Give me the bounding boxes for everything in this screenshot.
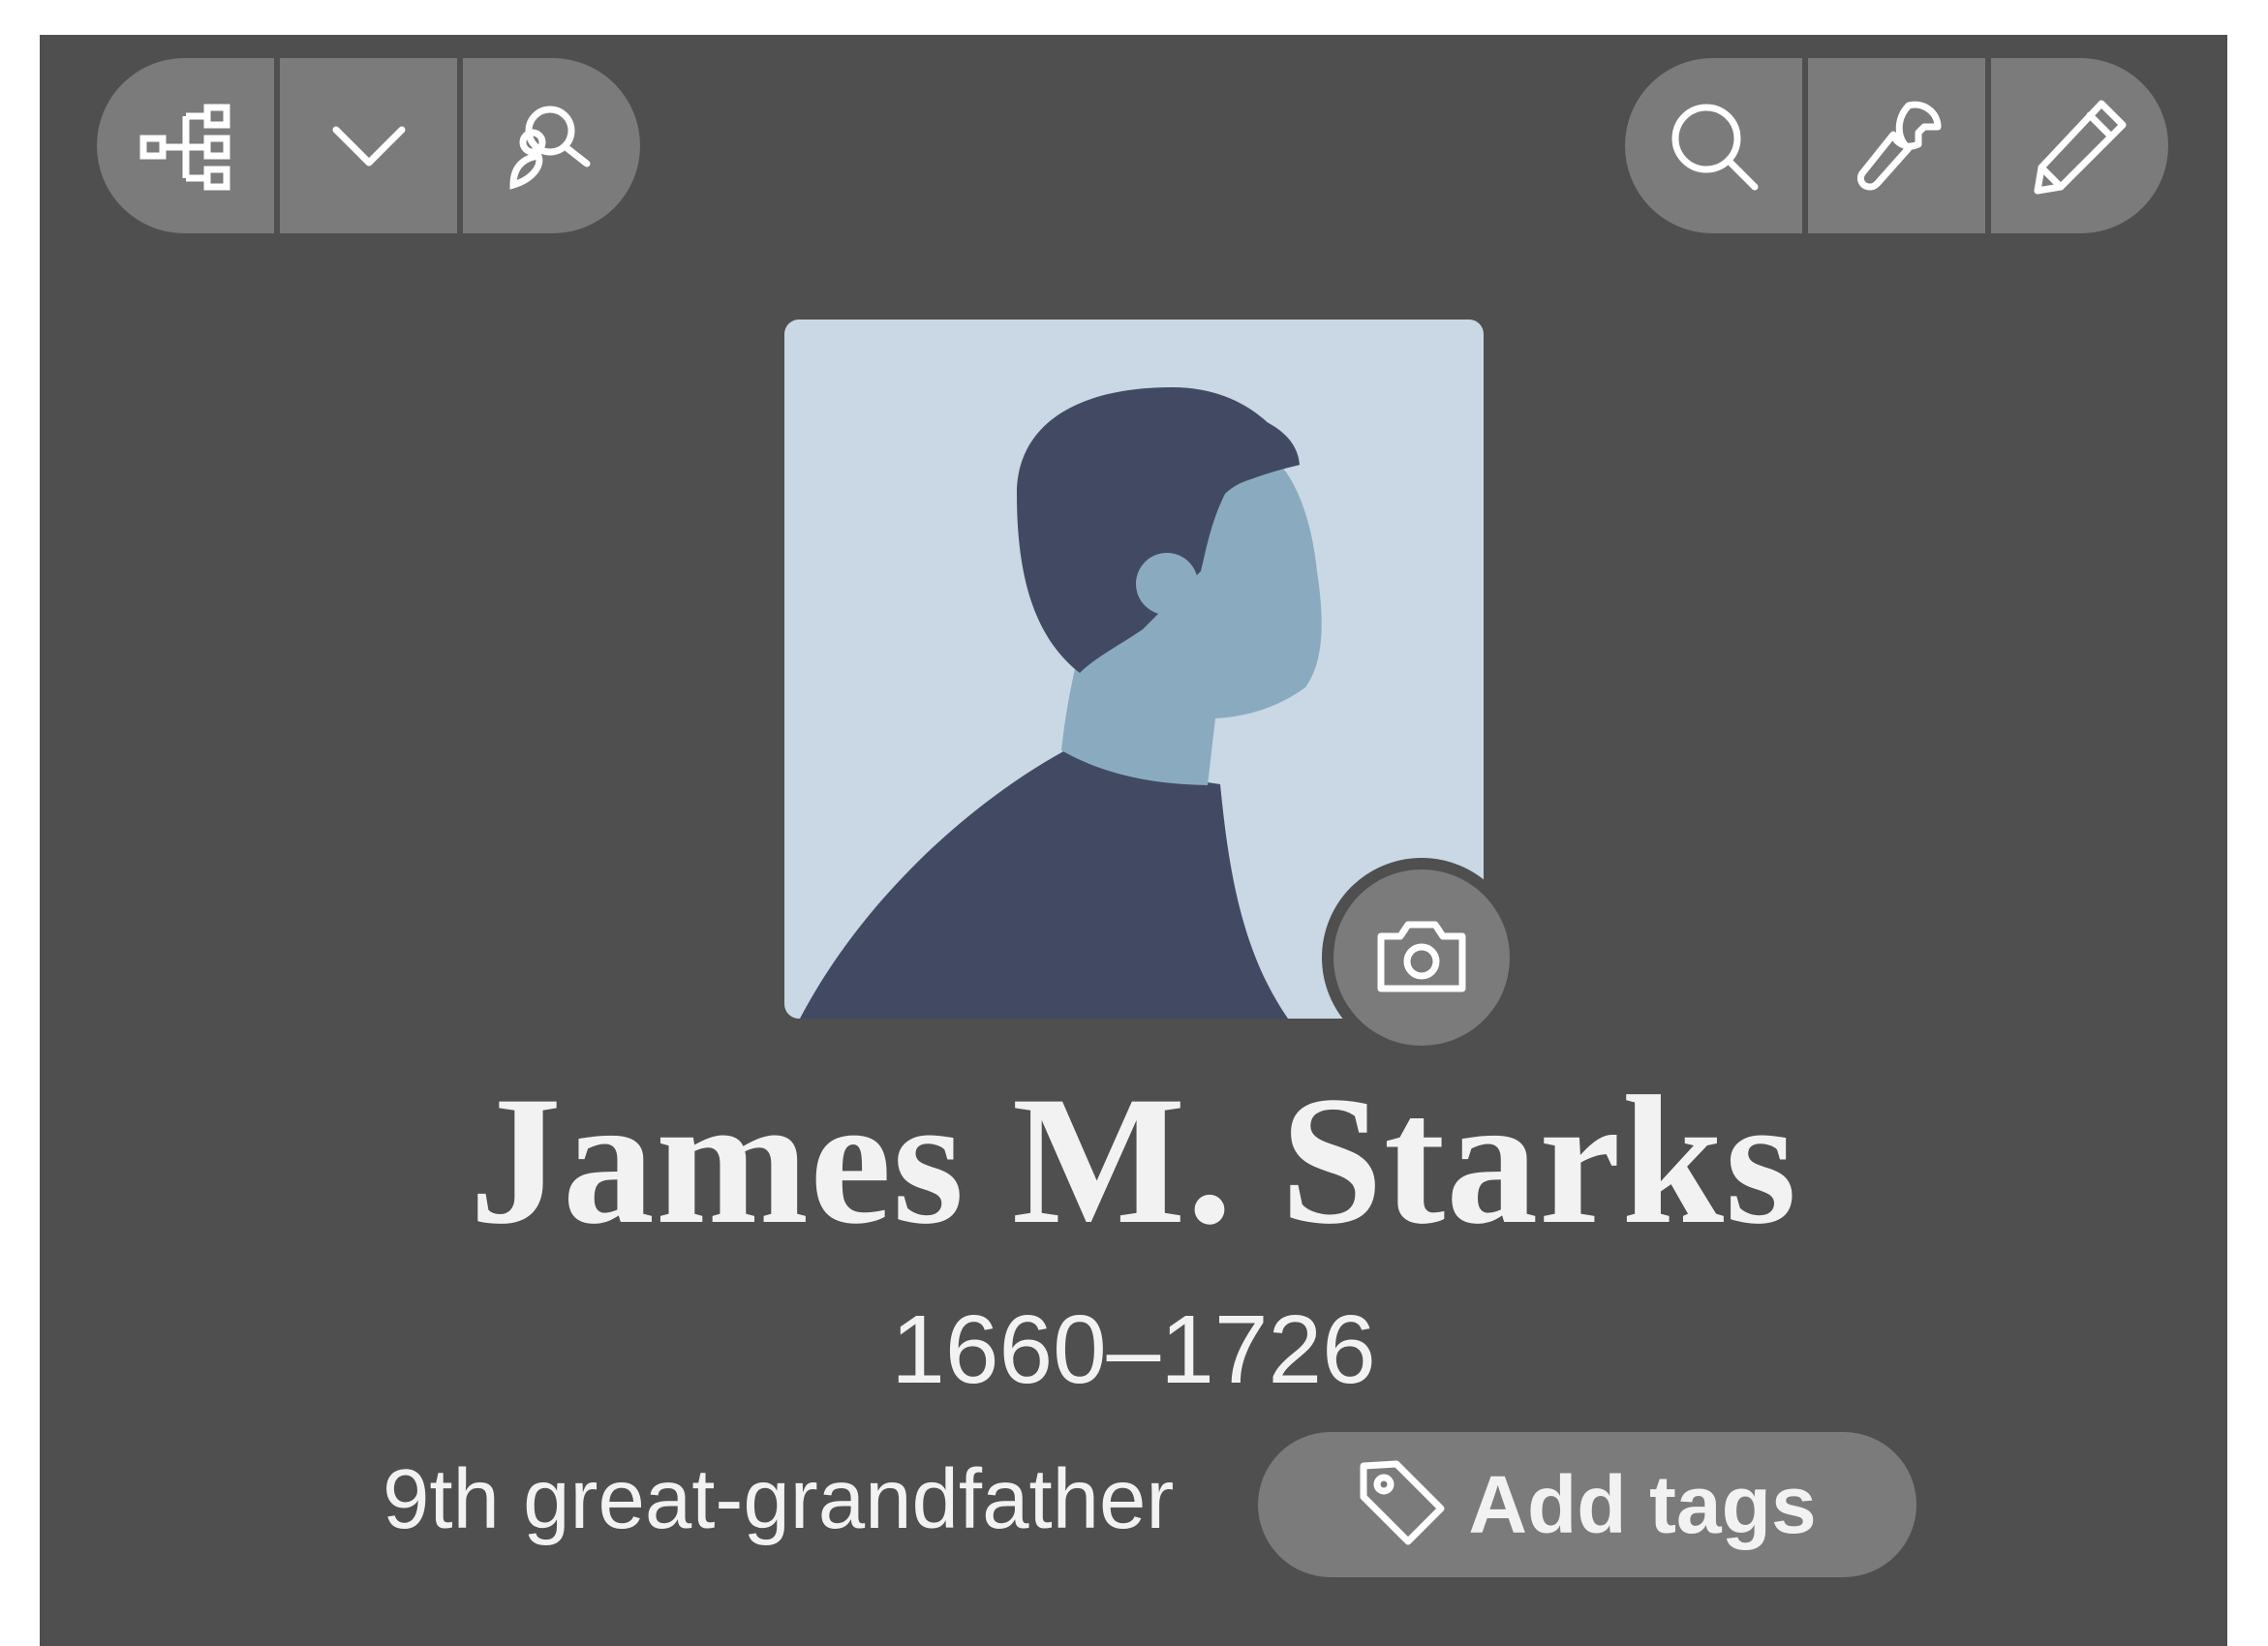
search-button[interactable] — [1625, 58, 1802, 233]
tree-options-dropdown[interactable] — [280, 58, 457, 233]
tools-button[interactable] — [1808, 58, 1985, 233]
right-toolbar — [1625, 58, 2168, 233]
pencil-icon — [2032, 98, 2129, 195]
relationship-label: 9th great-grandfather — [383, 1452, 1175, 1546]
add-photo-button[interactable] — [1333, 869, 1510, 1046]
camera-button-ring — [1322, 858, 1521, 1057]
life-dates: 1660–1726 — [891, 1295, 1376, 1404]
wrench-icon — [1849, 98, 1946, 195]
add-tags-button[interactable]: Add tags — [1258, 1432, 1916, 1577]
family-tree-button[interactable] — [97, 58, 274, 233]
tag-icon — [1358, 1458, 1447, 1552]
edit-button[interactable] — [1991, 58, 2168, 233]
person-name: James M. Starks — [469, 1059, 1798, 1263]
chevron-down-icon — [330, 122, 408, 170]
family-tree-icon — [138, 102, 234, 191]
left-toolbar — [97, 58, 640, 233]
profile-header-panel: James M. Starks 1660–1726 9th great-gran… — [40, 35, 2227, 1646]
add-tags-label: Add tags — [1468, 1459, 1817, 1550]
person-search-icon — [504, 98, 600, 195]
person-search-button[interactable] — [463, 58, 640, 233]
camera-icon — [1373, 917, 1470, 999]
search-icon — [1666, 98, 1762, 195]
